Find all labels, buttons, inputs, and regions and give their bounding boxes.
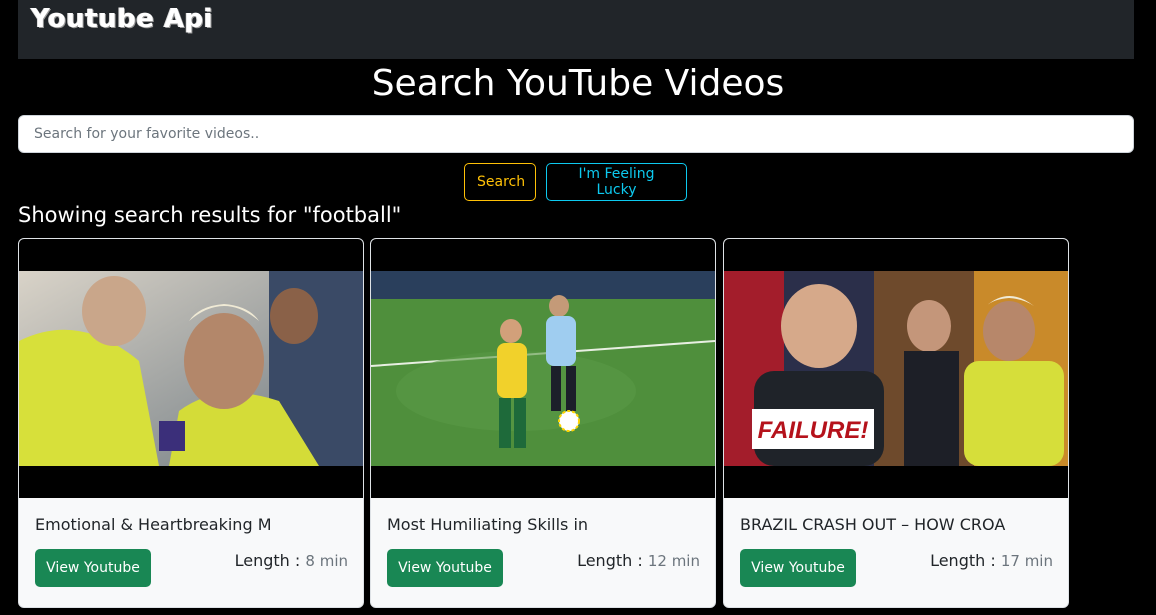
video-length: Length : 17 min bbox=[930, 551, 1053, 570]
video-card: Most Humiliating Skills in View Youtube … bbox=[370, 238, 716, 608]
length-label: Length : bbox=[930, 551, 996, 570]
length-label: Length : bbox=[577, 551, 643, 570]
length-value: 12 min bbox=[647, 552, 700, 570]
video-thumbnail[interactable] bbox=[371, 239, 715, 498]
length-label: Length : bbox=[234, 551, 301, 570]
view-youtube-button[interactable]: View Youtube bbox=[740, 549, 856, 587]
video-card: FAILURE! BRAZIL CRASH OUT – HOW CROA Vie… bbox=[723, 238, 1069, 608]
search-button[interactable]: Search bbox=[464, 163, 536, 201]
navbar: Youtube Api bbox=[18, 0, 1134, 59]
thumbnail-image: FAILURE! bbox=[724, 271, 1068, 466]
brand-logo[interactable]: Youtube Api bbox=[31, 4, 213, 34]
results-heading: Showing search results for "football" bbox=[18, 203, 402, 227]
video-title: Emotional & Heartbreaking M bbox=[35, 515, 272, 534]
thumbnail-image bbox=[371, 271, 715, 466]
thumbnail-image bbox=[19, 271, 363, 466]
video-thumbnail[interactable] bbox=[19, 239, 363, 498]
video-card: Emotional & Heartbreaking M View Youtube… bbox=[18, 238, 364, 608]
length-value: 8 min bbox=[305, 552, 348, 570]
page-title: Search YouTube Videos bbox=[371, 63, 785, 104]
video-title: Most Humiliating Skills in bbox=[387, 515, 589, 534]
length-value: 17 min bbox=[1000, 552, 1053, 570]
search-input[interactable] bbox=[18, 115, 1134, 153]
video-length: Length : 12 min bbox=[577, 551, 700, 570]
view-youtube-button[interactable]: View Youtube bbox=[35, 549, 151, 587]
thumbnail-caption: FAILURE! bbox=[758, 417, 869, 444]
video-thumbnail[interactable]: FAILURE! bbox=[724, 239, 1068, 498]
feeling-lucky-button[interactable]: I'm Feeling Lucky bbox=[546, 163, 687, 201]
video-title: BRAZIL CRASH OUT – HOW CROA bbox=[740, 515, 1006, 534]
view-youtube-button[interactable]: View Youtube bbox=[387, 549, 503, 587]
video-length: Length : 8 min bbox=[235, 551, 348, 570]
